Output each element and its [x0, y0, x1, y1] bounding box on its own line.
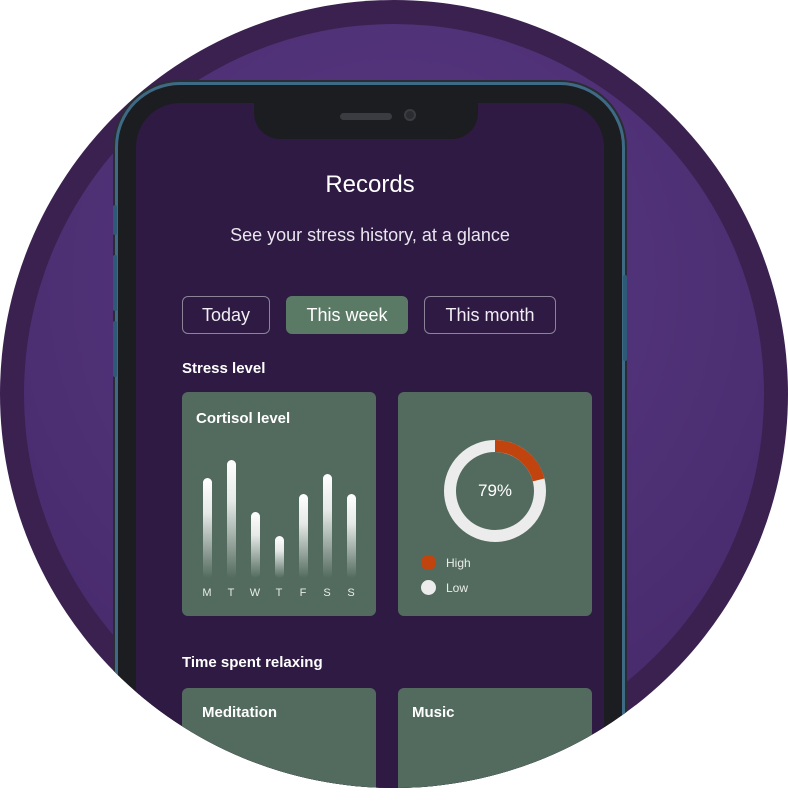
relax-section-label: Time spent relaxing [182, 654, 323, 671]
phone-mockup: Records See your stress history, at a gl… [113, 85, 627, 788]
cortisol-bar-6 [347, 494, 356, 578]
phone-notch [254, 103, 478, 139]
cortisol-day-label: M [202, 587, 212, 599]
meditation-card-title: Meditation [202, 704, 277, 721]
page-subtitle: See your stress history, at a glance [230, 225, 510, 245]
tab-this-month[interactable]: This month [424, 296, 556, 334]
cortisol-bar-3 [275, 536, 284, 578]
donut-percentage: 79% [477, 481, 513, 500]
phone-screen: Records See your stress history, at a gl… [136, 103, 604, 788]
phone-mute-switch [113, 205, 117, 235]
cortisol-day-label: F [299, 587, 307, 599]
cortisol-day-label: T [227, 587, 235, 599]
tab-today[interactable]: Today [182, 296, 270, 334]
meditation-card[interactable]: Meditation [182, 688, 376, 788]
cortisol-bar-0 [203, 478, 212, 578]
legend-low-label: Low [446, 581, 469, 595]
music-card[interactable]: Music [398, 688, 592, 788]
legend-high-label: High [446, 556, 471, 570]
cortisol-bar-2 [251, 512, 260, 578]
cortisol-bar-1 [227, 460, 236, 578]
cortisol-day-label: T [275, 587, 283, 599]
cortisol-day-label: S [323, 587, 331, 599]
phone-volume-up-button [113, 255, 117, 311]
circular-frame: Records See your stress history, at a gl… [0, 0, 788, 788]
legend-low-dot [421, 580, 436, 595]
stress-section-label: Stress level [182, 360, 266, 377]
cortisol-day-label: S [347, 587, 355, 599]
camera-icon [404, 109, 416, 121]
phone-power-button [623, 275, 627, 361]
speaker-icon [340, 113, 392, 120]
cortisol-card[interactable]: Cortisol level M T W T F S S [182, 392, 376, 616]
page-title: Records [325, 171, 415, 198]
cortisol-day-label: W [249, 587, 261, 599]
legend-high-dot [421, 555, 436, 570]
cortisol-bar-5 [323, 474, 332, 578]
cortisol-card-title: Cortisol level [196, 410, 291, 427]
cortisol-bar-4 [299, 494, 308, 578]
stress-donut-card[interactable]: 79% High Low [398, 392, 592, 616]
music-card-title: Music [412, 704, 455, 721]
phone-volume-down-button [113, 321, 117, 377]
tab-this-week[interactable]: This week [286, 296, 408, 334]
stress-donut-chart: 79% [440, 436, 550, 546]
